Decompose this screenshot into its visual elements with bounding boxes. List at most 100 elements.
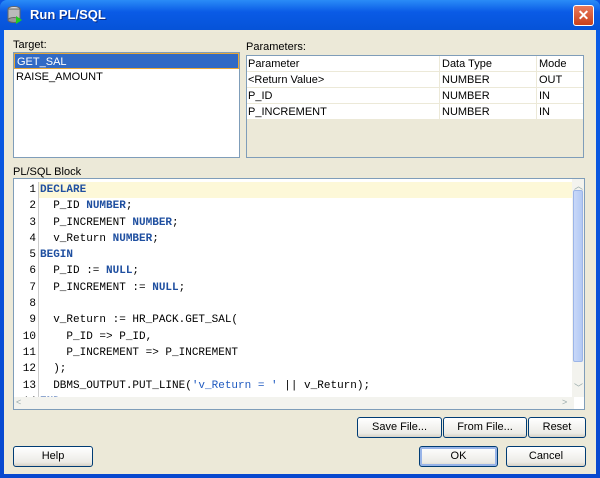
code-token: P_INCREMENT := [40, 281, 153, 294]
table-row[interactable]: <Return Value> NUMBER OUT [247, 72, 583, 88]
line-number: 2 [29, 200, 36, 213]
close-button[interactable]: ✕ [573, 5, 594, 26]
code-token: ; [132, 265, 140, 278]
line-text: P_INCREMENT NUMBER; [38, 214, 574, 231]
code-line: 11 P_INCREMENT => P_INCREMENT [14, 344, 574, 362]
keyword: DECLARE [40, 184, 87, 196]
help-button[interactable]: Help [13, 446, 93, 467]
cell-data-type: NUMBER [440, 104, 537, 119]
cell-parameter: P_INCREMENT [247, 104, 440, 119]
target-label: Target: [13, 39, 47, 51]
keyword: NUMBER [112, 232, 153, 245]
cell-parameter: <Return Value> [247, 72, 440, 87]
save-file-button[interactable]: Save File... [357, 417, 442, 438]
title-bar[interactable]: Run PL/SQL ✕ [0, 0, 600, 30]
window-title: Run PL/SQL [30, 7, 106, 22]
line-text: BEGIN [38, 247, 574, 264]
scroll-left-icon[interactable]: < [16, 397, 21, 407]
code-token: P_INCREMENT => P_INCREMENT [40, 346, 239, 359]
code-line: 8 [14, 296, 574, 313]
line-text: P_ID => P_ID, [38, 328, 574, 345]
code-token: DBMS_OUTPUT.PUT_LINE( [40, 379, 192, 392]
line-number: 13 [22, 379, 36, 392]
cell-mode: IN [539, 90, 550, 102]
code-token: ; [152, 232, 159, 245]
line-number: 3 [29, 216, 36, 229]
code-area[interactable]: 1 DECLARE 2 P_ID NUMBER; 3 P_INCREMENT NUMB… [14, 182, 574, 397]
code-token: v_Return := HR_PACK.GET_SAL( [40, 314, 239, 327]
line-text: DECLARE [38, 182, 574, 199]
code-line: 1 DECLARE [14, 182, 574, 199]
keyword: NUMBER [86, 200, 126, 213]
dialog-body: Target: GET_SAL RAISE_AMOUNT Parameters: … [4, 30, 596, 474]
line-text [38, 296, 574, 313]
keyword: NUMBER [132, 216, 173, 229]
horizontal-scrollbar[interactable]: < > [14, 397, 574, 409]
line-number: 7 [29, 281, 36, 294]
line-text: v_Return NUMBER; [38, 230, 574, 248]
cell-mode: IN [539, 106, 550, 118]
parameters-table: Parameter Data Type Mode <Return Value> N… [246, 55, 584, 158]
target-item[interactable]: RAISE_AMOUNT [14, 69, 239, 85]
code-token: P_ID := [40, 265, 107, 278]
cell-data-type: NUMBER [440, 72, 537, 87]
parameters-label: Parameters: [246, 41, 306, 53]
line-text: P_INCREMENT := NULL; [38, 279, 574, 297]
code-token: ; [172, 216, 179, 229]
cell-parameter: P_ID [247, 88, 440, 103]
keyword: NULL [152, 281, 179, 294]
vertical-scrollbar[interactable]: ︿ ﹀ [572, 179, 584, 397]
cancel-button[interactable]: Cancel [506, 446, 586, 467]
code-token: P_INCREMENT [40, 216, 133, 229]
line-number: 4 [29, 232, 36, 245]
keyword: NULL [106, 265, 133, 278]
line-text: P_INCREMENT => P_INCREMENT [38, 344, 574, 362]
code-token: P_ID [40, 200, 87, 213]
code-token: || v_Return); [277, 379, 371, 392]
code-token: ); [40, 363, 67, 376]
from-file-button[interactable]: From File... [443, 417, 527, 438]
line-number: 11 [22, 346, 36, 359]
code-line: 3 P_INCREMENT NUMBER; [14, 214, 574, 231]
code-line: 7 P_INCREMENT := NULL; [14, 279, 574, 297]
database-run-icon [7, 6, 22, 24]
cell-data-type: NUMBER [440, 88, 537, 103]
plsql-block-label: PL/SQL Block [13, 166, 82, 178]
line-text: v_Return := HR_PACK.GET_SAL( [38, 312, 574, 329]
plsql-editor[interactable]: 1 DECLARE 2 P_ID NUMBER; 3 P_INCREMENT NUMB… [13, 178, 585, 410]
code-token: ; [125, 200, 133, 213]
line-number: 8 [29, 298, 36, 311]
ok-button[interactable]: OK [419, 446, 498, 467]
code-line: 13 DBMS_OUTPUT.PUT_LINE('v_Return = ' ||… [14, 377, 574, 394]
code-line: 6 P_ID := NULL; [14, 263, 574, 280]
code-token: P_ID => P_ID, [40, 330, 153, 343]
scroll-thumb[interactable] [573, 190, 583, 362]
scroll-down-icon[interactable]: ﹀ [574, 381, 583, 394]
column-header-parameter[interactable]: Parameter [247, 56, 440, 71]
column-header-mode[interactable]: Mode [537, 56, 583, 71]
target-item[interactable]: GET_SAL [14, 53, 239, 69]
code-line: 12 ); [14, 361, 574, 378]
line-number: 1 [29, 184, 36, 196]
line-text: DBMS_OUTPUT.PUT_LINE('v_Return = ' || v_… [38, 377, 574, 394]
reset-button[interactable]: Reset [528, 417, 586, 438]
code-token: v_Return [40, 232, 113, 245]
target-list[interactable]: GET_SAL RAISE_AMOUNT [13, 52, 240, 158]
scroll-right-icon[interactable]: > [562, 397, 567, 407]
line-text: P_ID NUMBER; [38, 198, 574, 215]
code-line: 9 v_Return := HR_PACK.GET_SAL( [14, 312, 574, 329]
line-number: 9 [29, 314, 36, 327]
column-header-data-type[interactable]: Data Type [440, 56, 537, 71]
line-text: P_ID := NULL; [38, 263, 574, 280]
line-number: 12 [22, 363, 36, 376]
table-row[interactable]: P_ID NUMBER IN [247, 88, 583, 104]
table-row[interactable]: P_INCREMENT NUMBER IN [247, 104, 583, 120]
run-plsql-dialog: Run PL/SQL ✕ Target: GET_SAL RAISE_AMOUNT… [0, 0, 600, 478]
code-token: ; [178, 281, 186, 294]
table-header: Parameter Data Type Mode [247, 56, 583, 72]
string-literal: 'v_Return = ' [191, 379, 278, 392]
code-line: 5 BEGIN [14, 247, 574, 264]
line-number: 6 [29, 265, 36, 278]
code-line: 4 v_Return NUMBER; [14, 230, 574, 248]
line-number: 5 [29, 249, 36, 262]
